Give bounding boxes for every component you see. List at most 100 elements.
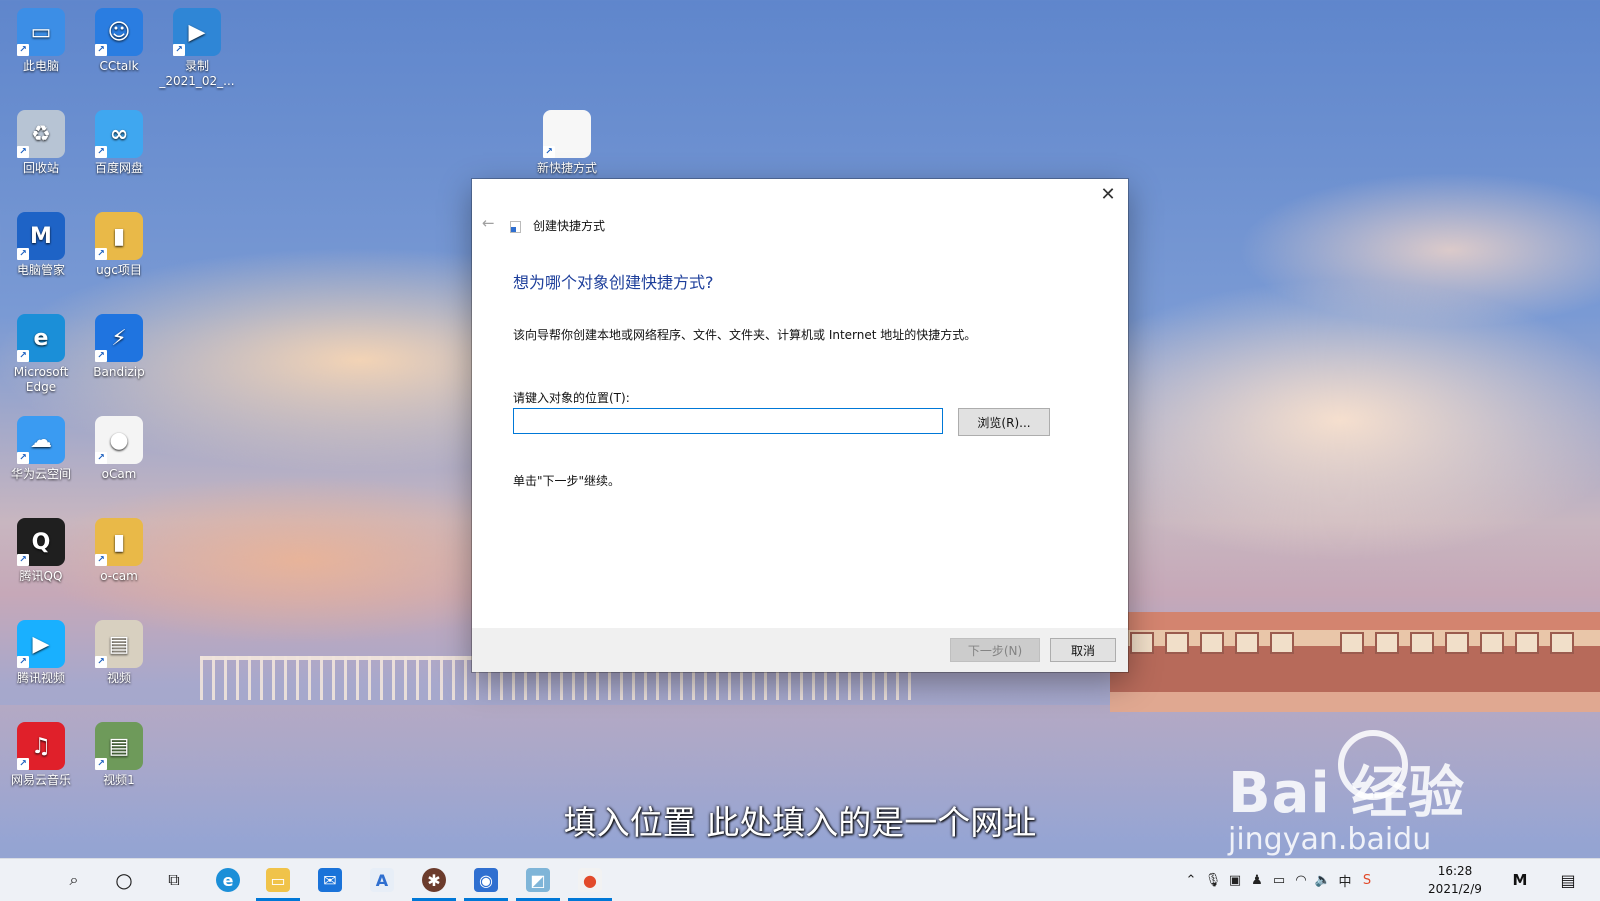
folder-icon: ▭ bbox=[266, 868, 290, 892]
taskbar-pc-manager[interactable]: M bbox=[1496, 859, 1544, 901]
volume-icon[interactable]: 🔈 bbox=[1312, 873, 1334, 888]
app-a-icon: A bbox=[370, 868, 394, 892]
desktop-icon-label: 腾讯QQ bbox=[19, 569, 63, 583]
shortcut-arrow-icon: ↗ bbox=[95, 758, 107, 770]
desktop-icon-label: Microsoft bbox=[13, 365, 69, 379]
desktop-icon-microsoft-edge[interactable]: e ↗ Microsoft Edge bbox=[2, 314, 80, 395]
desktop-icon-this-pc[interactable]: ▭ ↗ 此电脑 bbox=[2, 8, 80, 74]
taskbar-app-wizard[interactable]: ◩ bbox=[514, 859, 562, 901]
taskbar-edge[interactable]: e bbox=[204, 859, 252, 901]
shortcut-arrow-icon: ↗ bbox=[17, 44, 29, 56]
action-center-button[interactable]: ▤ bbox=[1544, 859, 1592, 901]
microphone-icon[interactable]: 🎙 bbox=[1202, 873, 1224, 888]
desktop-icon-bandizip[interactable]: ⚡ ↗ Bandizip bbox=[80, 314, 158, 380]
cancel-button[interactable]: 取消 bbox=[1050, 638, 1116, 662]
taskbar-cortana[interactable]: ○ bbox=[100, 859, 148, 901]
wizard-app-icon: ◩ bbox=[526, 868, 550, 892]
shortcut-arrow-icon: ↗ bbox=[17, 248, 29, 260]
desktop-icon-label: 视频 bbox=[106, 671, 131, 685]
shortcut-arrow-icon: ↗ bbox=[173, 44, 185, 56]
next-button[interactable]: 下一步(N) bbox=[950, 638, 1040, 662]
tencent-qq-icon: Q ↗ bbox=[17, 518, 65, 566]
ocam-icon: ● ↗ bbox=[95, 416, 143, 464]
location-input[interactable] bbox=[513, 408, 943, 434]
shortcut-wizard-icon bbox=[510, 221, 521, 233]
wizard-description: 该向导帮你创建本地或网络程序、文件、文件夹、计算机或 Internet 地址的快… bbox=[513, 328, 977, 342]
desktop-icon-o-cam-folder[interactable]: ▮ ↗ o-cam bbox=[80, 518, 158, 584]
desktop-icon-label: 回收站 bbox=[22, 161, 59, 175]
shortcut-arrow-icon: ↗ bbox=[543, 146, 555, 158]
baidu-netdisk-icon: ∞ ↗ bbox=[95, 110, 143, 158]
taskbar-app-pinwheel[interactable]: ✱ bbox=[410, 859, 458, 901]
shortcut-arrow-icon: ↗ bbox=[17, 350, 29, 362]
taskbar-ocam[interactable]: ● bbox=[566, 859, 614, 901]
windows-logo-icon bbox=[16, 870, 36, 890]
video1-icon: ▤ ↗ bbox=[95, 722, 143, 770]
cctalk-icon: ☺ ↗ bbox=[95, 8, 143, 56]
recycle-bin-icon: ♻ ↗ bbox=[17, 110, 65, 158]
taskbar-file-explorer[interactable]: ▭ bbox=[254, 859, 302, 901]
notification-icon: ▤ bbox=[1560, 870, 1576, 890]
taskbar-task-view[interactable]: ⧉ bbox=[150, 859, 198, 901]
desktop-icon-label: 录制 bbox=[184, 59, 209, 73]
security-icon[interactable]: ▣ bbox=[1224, 873, 1246, 888]
browse-button[interactable]: 浏览(R)... bbox=[958, 408, 1050, 436]
shortcut-arrow-icon: ↗ bbox=[17, 452, 29, 464]
back-arrow-icon[interactable]: ← bbox=[482, 214, 495, 232]
pc-manager-icon: M ↗ bbox=[17, 212, 65, 260]
video-icon: ▤ ↗ bbox=[95, 620, 143, 668]
desktop-icon-recycle-bin[interactable]: ♻ ↗ 回收站 bbox=[2, 110, 80, 176]
desktop-icon-label: 电脑管家 bbox=[16, 263, 65, 277]
task-view-icon: ⧉ bbox=[168, 870, 180, 889]
desktop-icon-label: CCtalk bbox=[99, 59, 139, 73]
tencent-video-icon: ▶ ↗ bbox=[17, 620, 65, 668]
desktop-icon-netease-music[interactable]: ♫ ↗ 网易云音乐 bbox=[2, 722, 80, 788]
battery-icon[interactable]: ▭ bbox=[1268, 873, 1290, 888]
shortcut-arrow-icon: ↗ bbox=[95, 350, 107, 362]
huawei-cloud-icon: ☁ ↗ bbox=[17, 416, 65, 464]
desktop-icon-video[interactable]: ▤ ↗ 视频 bbox=[80, 620, 158, 686]
search-icon: ⌕ bbox=[69, 870, 79, 889]
desktop-icon-ocam[interactable]: ● ↗ oCam bbox=[80, 416, 158, 482]
desktop-icon-huawei-cloud[interactable]: ☁ ↗ 华为云空间 bbox=[2, 416, 80, 482]
close-icon[interactable]: ✕ bbox=[1096, 183, 1120, 207]
clock-time: 16:28 bbox=[1437, 864, 1473, 878]
create-shortcut-dialog: ✕ ← 创建快捷方式 想为哪个对象创建快捷方式? 该向导帮你创建本地或网络程序、… bbox=[472, 179, 1128, 672]
taskbar-mail[interactable]: ✉ bbox=[306, 859, 354, 901]
desktop-icon-new-shortcut[interactable]: ↗ 新快捷方式 bbox=[528, 110, 606, 176]
desktop-icon-tencent-video[interactable]: ▶ ↗ 腾讯视频 bbox=[2, 620, 80, 686]
desktop-icon-video1[interactable]: ▤ ↗ 视频1 bbox=[80, 722, 158, 788]
shortcut-arrow-icon: ↗ bbox=[17, 146, 29, 158]
desktop-icon-pc-manager[interactable]: M ↗ 电脑管家 bbox=[2, 212, 80, 278]
wallpaper-train bbox=[1110, 612, 1600, 712]
taskbar-app-a[interactable]: A bbox=[358, 859, 406, 901]
shortcut-arrow-icon: ↗ bbox=[17, 758, 29, 770]
system-tray: ⌃ 🎙 ▣ ♟ ▭ ◠ 🔈 中 S bbox=[1180, 859, 1378, 901]
ime-indicator[interactable]: 中 bbox=[1334, 871, 1356, 890]
desktop-icon-tencent-qq[interactable]: Q ↗ 腾讯QQ bbox=[2, 518, 80, 584]
screen-app-icon: ◉ bbox=[474, 868, 498, 892]
desktop-icon-label: oCam bbox=[101, 467, 137, 481]
sogou-input-icon[interactable]: S bbox=[1356, 873, 1378, 888]
desktop-icon-ugc-project[interactable]: ▮ ↗ ugc项目 bbox=[80, 212, 158, 278]
wifi-icon[interactable]: ◠ bbox=[1290, 873, 1312, 888]
qq-tray-icon[interactable]: ♟ bbox=[1246, 873, 1268, 888]
shortcut-arrow-icon: ↗ bbox=[95, 248, 107, 260]
desktop-icon-label: Bandizip bbox=[93, 365, 145, 379]
wizard-title: 创建快捷方式 bbox=[533, 219, 606, 233]
taskbar-clock[interactable]: 16:28 2021/2/9 bbox=[1420, 862, 1490, 898]
desktop-icon-cctalk[interactable]: ☺ ↗ CCtalk bbox=[80, 8, 158, 74]
taskbar-search[interactable]: ⌕ bbox=[50, 859, 98, 901]
shortcut-arrow-icon: ↗ bbox=[95, 452, 107, 464]
start-button[interactable] bbox=[2, 859, 50, 901]
desktop-icon-label-line2: _2021_02_... bbox=[159, 74, 235, 88]
chevron-up-icon[interactable]: ⌃ bbox=[1180, 873, 1202, 888]
desktop-icon-recording[interactable]: ▶ ↗ 录制 _2021_02_... bbox=[158, 8, 236, 89]
desktop-icon-baidu-netdisk[interactable]: ∞ ↗ 百度网盘 bbox=[80, 110, 158, 176]
baidu-paw-icon bbox=[1338, 730, 1408, 800]
taskbar: ⌕ ○ ⧉ e ▭ ✉ A ✱ ◉ ◩ ● ⌃ 🎙 ▣ ♟ ▭ ◠ 🔈 中 S … bbox=[0, 858, 1600, 901]
taskbar-app-screen[interactable]: ◉ bbox=[462, 859, 510, 901]
desktop-icon-label: 新快捷方式 bbox=[536, 161, 597, 175]
desktop-icon-label: 网易云音乐 bbox=[10, 773, 71, 787]
netease-music-icon: ♫ ↗ bbox=[17, 722, 65, 770]
